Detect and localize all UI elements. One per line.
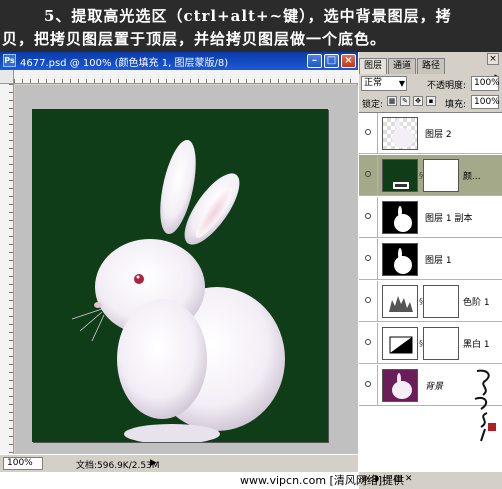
- lock-row: 锁定: ▦ ✎ ✥ ▪ 填充: 100%: [359, 94, 502, 110]
- layer-name: 图层 1: [425, 256, 452, 266]
- layer-row[interactable]: § 色阶 1: [359, 281, 502, 322]
- layer-mask-thumbnail[interactable]: [423, 159, 459, 192]
- maximize-button[interactable]: □: [324, 54, 339, 68]
- layer-row[interactable]: 图层 1: [359, 239, 502, 280]
- photoshop-doc-icon: Ps: [3, 54, 16, 67]
- layer-name: 背景: [425, 382, 444, 392]
- layer-mask-thumbnail[interactable]: [423, 327, 459, 360]
- layer-thumbnail: [382, 243, 418, 276]
- calligraphy-seal-watermark: [474, 369, 496, 442]
- source-credit: www.vipcn.com [清风网络]提供: [240, 474, 405, 487]
- blend-mode-select[interactable]: 正常 ▼: [361, 76, 407, 91]
- layer-row[interactable]: 背景: [359, 365, 502, 442]
- layer-thumbnail: [382, 369, 418, 402]
- document-titlebar[interactable]: Ps 4677.psd @ 100% (颜色填充 1, 图层蒙版/8) – □ …: [0, 52, 358, 70]
- layers-list: 图层 2 § 颜... 图层 1 副本 图层 1 § 色阶 1 § 黑白 1 背…: [359, 112, 502, 472]
- layer-row[interactable]: 图层 2: [359, 113, 502, 154]
- layer-mask-thumbnail[interactable]: [423, 285, 459, 318]
- vertical-ruler[interactable]: [0, 84, 14, 454]
- eye-icon[interactable]: [361, 336, 375, 348]
- lock-label: 锁定:: [362, 100, 384, 110]
- opacity-field[interactable]: 100%: [471, 76, 500, 91]
- document-status-bar: 100% 文档:596.9K/2.53M ▶: [0, 454, 358, 472]
- layer-row[interactable]: § 黑白 1: [359, 323, 502, 364]
- fill-field[interactable]: 100%: [471, 95, 500, 109]
- tab-channels[interactable]: 通道: [388, 58, 417, 74]
- panel-close-icon[interactable]: ×: [487, 53, 499, 65]
- layer-name: 图层 2: [425, 130, 452, 140]
- layer-row[interactable]: § 颜...: [359, 155, 502, 196]
- lock-all-icon[interactable]: ▪: [426, 96, 436, 106]
- layer-thumbnail: [382, 201, 418, 234]
- fill-label: 填充:: [445, 100, 467, 110]
- layer-name: 黑白 1: [463, 340, 490, 350]
- status-menu-arrow[interactable]: ▶: [150, 458, 157, 468]
- workspace: [15, 85, 358, 454]
- tab-paths[interactable]: 路径: [417, 58, 446, 74]
- layer-row[interactable]: 图层 1 副本: [359, 197, 502, 238]
- layer-thumbnail: [382, 117, 418, 150]
- instruction-line-2: 贝，把拷贝图层置于顶层，并给拷贝图层做一个底色。: [2, 30, 387, 48]
- horizontal-ruler[interactable]: [14, 70, 358, 84]
- layer-name: 图层 1 副本: [425, 214, 473, 224]
- tab-layers[interactable]: 图层: [359, 58, 388, 74]
- lock-transparency-icon[interactable]: ▦: [387, 96, 397, 106]
- document-title: 4677.psd @ 100% (颜色填充 1, 图层蒙版/8): [20, 58, 229, 69]
- eye-icon[interactable]: [361, 210, 375, 222]
- close-button[interactable]: ×: [341, 54, 356, 68]
- document-window: Ps 4677.psd @ 100% (颜色填充 1, 图层蒙版/8) – □ …: [0, 52, 358, 472]
- ruler-corner: [0, 70, 14, 84]
- document-size-info: 文档:596.9K/2.53M: [76, 461, 160, 471]
- lock-position-icon[interactable]: ✥: [413, 96, 423, 106]
- image-canvas[interactable]: [32, 109, 328, 442]
- eye-icon[interactable]: [361, 126, 375, 138]
- eye-icon[interactable]: [361, 168, 375, 180]
- eye-icon[interactable]: [361, 294, 375, 306]
- white-rabbit-image: [71, 139, 285, 442]
- levels-adjustment-icon: [382, 285, 418, 318]
- instruction-banner: 5、提取高光选区（ctrl+alt+~键），选中背景图层，拷 贝，把拷贝图层置于…: [0, 0, 502, 52]
- layer-thumbnail: [382, 159, 418, 192]
- panel-tabs: 图层 通道 路径: [359, 58, 502, 74]
- minimize-button[interactable]: –: [307, 54, 322, 68]
- page-footer: www.vipcn.com [清风网络]提供: [0, 472, 404, 489]
- opacity-label: 不透明度:: [427, 81, 467, 91]
- layers-panel: 图层 通道 路径 × ▸ 正常 ▼ 不透明度: 100% 锁定: ▦ ✎ ✥ ▪…: [358, 52, 502, 489]
- black-white-adjustment-icon: [382, 327, 418, 360]
- lock-image-icon[interactable]: ✎: [400, 96, 410, 106]
- eye-icon[interactable]: [361, 378, 375, 390]
- chevron-down-icon: ▼: [398, 79, 405, 88]
- instruction-line-1: 5、提取高光选区（ctrl+alt+~键），选中背景图层，拷: [44, 7, 452, 25]
- eye-icon[interactable]: [361, 252, 375, 264]
- layer-name: 色阶 1: [463, 298, 490, 308]
- zoom-level-field[interactable]: 100%: [3, 457, 43, 470]
- layer-name: 颜...: [463, 172, 481, 182]
- blend-mode-value: 正常: [364, 78, 383, 88]
